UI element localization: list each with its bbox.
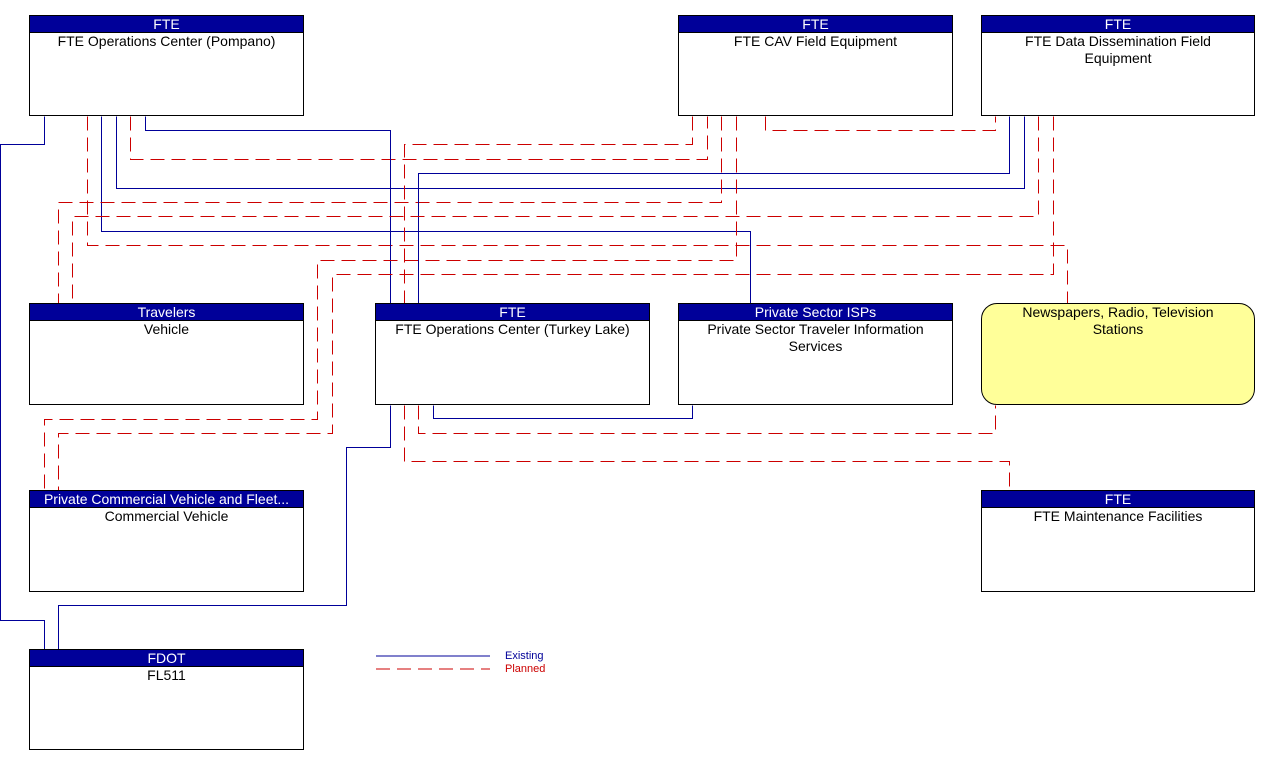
connection-pompano-media bbox=[87, 116, 1068, 305]
node-stakeholder-label: Travelers bbox=[30, 304, 303, 321]
node-stakeholder-label: FTE bbox=[982, 491, 1254, 508]
connection-cav-dissem bbox=[765, 116, 996, 131]
node-fte-operations-center-pompano[interactable]: FTE FTE Operations Center (Pompano) bbox=[29, 15, 304, 116]
node-stakeholder-label: FTE bbox=[376, 304, 649, 321]
node-element-label: Vehicle bbox=[143, 321, 190, 337]
legend-swatches bbox=[376, 655, 490, 670]
node-fte-operations-center-turkey-lake[interactable]: FTE FTE Operations Center (Turkey Lake) bbox=[375, 303, 650, 405]
node-newspapers-radio-television-stations[interactable]: Newspapers, Radio, Television Stations bbox=[981, 303, 1255, 405]
node-element-label: Private Sector Traveler Information Serv… bbox=[707, 321, 924, 354]
node-element-label: FTE CAV Field Equipment bbox=[733, 33, 898, 49]
node-element-label: Newspapers, Radio, Television Stations bbox=[1022, 304, 1214, 337]
node-element-label: FTE Operations Center (Pompano) bbox=[57, 33, 276, 49]
node-stakeholder-label: FDOT bbox=[30, 650, 303, 667]
node-stakeholder-label: FTE bbox=[982, 16, 1254, 33]
connection-turkey-isp bbox=[433, 405, 693, 419]
connection-pompano-dissem bbox=[116, 116, 1025, 189]
connection-pompano-turkey bbox=[145, 116, 391, 305]
node-element-label: Commercial Vehicle bbox=[104, 508, 229, 524]
node-stakeholder-label: Private Commercial Vehicle and Fleet... bbox=[30, 491, 303, 508]
connection-pompano-cav bbox=[130, 116, 708, 160]
node-stakeholder-label: FTE bbox=[679, 16, 952, 33]
node-element-label: FTE Maintenance Facilities bbox=[1033, 508, 1203, 524]
node-element-label: FL511 bbox=[147, 667, 186, 683]
node-vehicle[interactable]: Travelers Vehicle bbox=[29, 303, 304, 405]
node-element-label: FTE Operations Center (Turkey Lake) bbox=[395, 321, 630, 337]
connection-turkey-media bbox=[418, 405, 996, 434]
node-fte-data-dissemination-field-equipment[interactable]: FTE FTE Data Dissemination Field Equipme… bbox=[981, 15, 1255, 116]
node-stakeholder-label: Private Sector ISPs bbox=[679, 304, 952, 321]
node-element-label: FTE Data Dissemination Field Equipment bbox=[1025, 33, 1211, 66]
legend-existing-label: Existing bbox=[505, 650, 544, 662]
legend-planned-label: Planned bbox=[505, 663, 546, 675]
node-stakeholder-label: FTE bbox=[30, 16, 303, 33]
connection-dissem-vehicle bbox=[72, 116, 1039, 305]
connection-cav-turkey bbox=[404, 116, 693, 305]
node-fte-maintenance-facilities[interactable]: FTE FTE Maintenance Facilities bbox=[981, 490, 1255, 592]
node-fte-cav-field-equipment[interactable]: FTE FTE CAV Field Equipment bbox=[678, 15, 953, 116]
node-private-sector-traveler-information-services[interactable]: Private Sector ISPs Private Sector Trave… bbox=[678, 303, 953, 405]
node-fl511[interactable]: FDOT FL511 bbox=[29, 649, 304, 750]
node-commercial-vehicle[interactable]: Private Commercial Vehicle and Fleet... … bbox=[29, 490, 304, 592]
